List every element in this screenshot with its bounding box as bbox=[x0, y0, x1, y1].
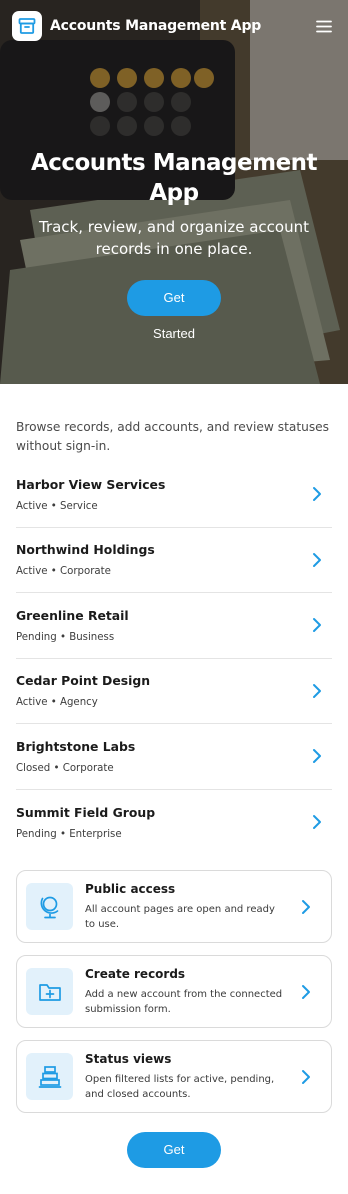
account-name: Harbor View Services bbox=[16, 476, 166, 492]
card-description: Add a new account from the connected sub… bbox=[85, 989, 283, 1015]
account-name: Northwind Holdings bbox=[16, 542, 155, 558]
chevron-right-icon[interactable] bbox=[312, 814, 322, 830]
intro-text: Browse records, add accounts, and review… bbox=[16, 420, 330, 453]
chevron-right-icon[interactable] bbox=[301, 899, 311, 915]
chevron-right-icon[interactable] bbox=[301, 984, 311, 1000]
chevron-right-icon[interactable] bbox=[312, 683, 322, 699]
account-meta: Active • Service bbox=[16, 500, 98, 512]
card-title: Create records bbox=[85, 967, 186, 981]
globe-icon bbox=[26, 883, 73, 930]
account-name: Brightstone Labs bbox=[16, 738, 136, 754]
account-meta: Pending • Business bbox=[16, 631, 115, 643]
account-meta: Closed • Corporate bbox=[16, 762, 114, 774]
account-row[interactable]: Brightstone Labs Closed • Corporate bbox=[16, 724, 332, 790]
chevron-right-icon[interactable] bbox=[312, 552, 322, 568]
feature-cards: Public access All account pages are open… bbox=[0, 855, 348, 1113]
account-meta: Pending • Enterprise bbox=[16, 828, 122, 840]
account-name: Cedar Point Design bbox=[16, 673, 151, 689]
account-row[interactable]: Cedar Point Design Active • Agency bbox=[16, 659, 332, 724]
top-app-bar: Accounts Management App bbox=[0, 0, 348, 52]
account-row[interactable]: Harbor View Services Active • Service bbox=[16, 462, 332, 528]
hero-subtitle: Track, review, and organize account reco… bbox=[38, 218, 309, 258]
card-description: Open filtered lists for active, pending,… bbox=[85, 1074, 275, 1100]
account-meta: Active • Agency bbox=[16, 697, 98, 709]
archive-box-icon[interactable] bbox=[12, 11, 42, 41]
hamburger-menu-icon[interactable] bbox=[312, 14, 336, 38]
chevron-right-icon[interactable] bbox=[301, 1069, 311, 1085]
card-description: All account pages are open and ready to … bbox=[85, 904, 275, 930]
hero-section: Accounts Management App Accounts Managem… bbox=[0, 0, 348, 384]
chevron-right-icon[interactable] bbox=[312, 617, 322, 633]
account-name: Summit Field Group bbox=[16, 804, 156, 820]
feature-card-create-records[interactable]: Create records Add a new account from th… bbox=[16, 955, 332, 1028]
hero-title: Accounts Management App bbox=[30, 150, 318, 206]
feature-card-public-access[interactable]: Public access All account pages are open… bbox=[16, 870, 332, 943]
account-name: Greenline Retail bbox=[16, 607, 129, 623]
card-title: Status views bbox=[85, 1052, 172, 1066]
hero-get-started-button[interactable]: Get Started bbox=[127, 280, 221, 341]
hero-content: Accounts Management App Track, review, a… bbox=[0, 148, 348, 342]
card-title: Public access bbox=[85, 882, 176, 896]
account-row[interactable]: Northwind Holdings Active • Corporate bbox=[16, 528, 332, 593]
account-meta: Active • Corporate bbox=[16, 566, 111, 578]
feature-card-status-views[interactable]: Status views Open filtered lists for act… bbox=[16, 1040, 332, 1113]
stacked-trays-icon bbox=[26, 1053, 73, 1100]
bottom-cta: Get Started bbox=[0, 1132, 348, 1194]
app-title[interactable]: Accounts Management App bbox=[50, 18, 261, 34]
chevron-right-icon[interactable] bbox=[312, 486, 322, 502]
account-row[interactable]: Greenline Retail Pending • Business bbox=[16, 593, 332, 659]
bottom-get-started-button[interactable]: Get Started bbox=[127, 1132, 221, 1193]
accounts-list: Harbor View Services Active • Service No… bbox=[0, 462, 348, 855]
chevron-right-icon[interactable] bbox=[312, 748, 322, 764]
folder-plus-icon bbox=[26, 968, 73, 1015]
account-row[interactable]: Summit Field Group Pending • Enterprise bbox=[16, 790, 332, 856]
